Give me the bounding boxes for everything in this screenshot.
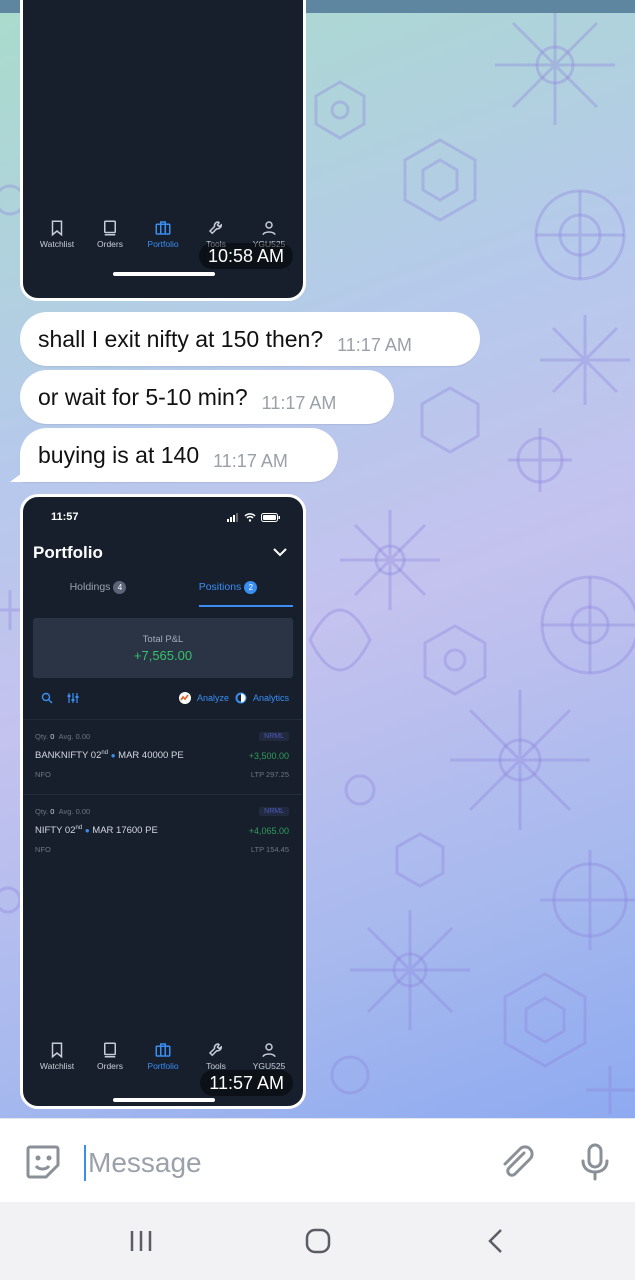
count-badge: 2 — [244, 581, 258, 594]
tab-holdings: Holdings 4 — [33, 581, 163, 607]
analyze-icon — [178, 692, 191, 704]
ltp: LTP 154.45 — [250, 845, 289, 854]
tab-label: Orders — [97, 1061, 123, 1071]
filter-icon — [67, 693, 79, 703]
tab-label: Holdings — [69, 581, 111, 593]
position-pnl: +4,065.00 — [248, 826, 289, 836]
tab-label: Orders — [97, 239, 123, 249]
back-icon[interactable] — [482, 1226, 512, 1256]
book-icon — [104, 1042, 116, 1058]
wifi-icon — [244, 512, 256, 522]
tab-label: Portfolio — [147, 1061, 179, 1071]
expiry-icon: ● — [84, 826, 90, 836]
status-icons — [227, 511, 281, 523]
briefcase-icon — [155, 1043, 171, 1057]
book-icon — [104, 220, 116, 236]
phone-status-bar: 11:57 — [51, 511, 281, 523]
analytics-link: Analytics — [252, 693, 289, 703]
bookmark-icon — [51, 220, 63, 237]
position-symbol: BANKNIFTY 02nd ● MAR 40000 PE — [35, 750, 184, 762]
tab-label: Positions — [198, 581, 242, 593]
tab-orders: Orders — [84, 219, 136, 249]
chat-background: Watchlist Orders Portfolio Tools YGU525 … — [0, 0, 635, 1118]
message-time: 11:17 AM — [337, 334, 412, 355]
tab-positions: Positions 2 — [163, 581, 293, 607]
message-text: buying is at 140 — [38, 441, 200, 468]
user-icon — [262, 221, 276, 236]
home-icon[interactable] — [303, 1226, 333, 1256]
system-nav-bar — [0, 1202, 635, 1280]
tool-row: Analyze Analytics — [41, 690, 289, 706]
position-meta: Qty. 0 Avg. 0.00 — [35, 807, 91, 816]
sticker-icon[interactable] — [22, 1141, 64, 1183]
tab-tools: Tools — [190, 1041, 242, 1071]
expiry-icon: ● — [110, 751, 116, 761]
message-composer: Message — [0, 1118, 635, 1202]
message-bubble[interactable]: buying is at 140 11:17 AM — [20, 428, 338, 482]
image-message-2[interactable]: 11:57 Portfolio Holdings 4 Positions 2 Tot… — [20, 494, 306, 1109]
image-timestamp: 11:57 AM — [200, 1070, 293, 1096]
count-badge: 4 — [113, 581, 127, 594]
position-meta: Qty. 0 Avg. 0.00 — [35, 732, 91, 741]
exchange: NFO — [35, 770, 51, 779]
tab-label: Watchlist — [39, 239, 75, 249]
chevron-down-icon — [273, 548, 287, 557]
position-row: Qty. 0 Avg. 0.00 NRML BANKNIFTY 02nd ● M… — [23, 719, 303, 793]
home-indicator — [113, 1098, 215, 1102]
image-timestamp: 10:58 AM — [198, 243, 293, 269]
tab-portfolio: Portfolio — [137, 219, 189, 249]
wrench-icon — [208, 1043, 222, 1057]
analyze-link: Analyze — [196, 693, 229, 703]
message-bubble[interactable]: or wait for 5-10 min? 11:17 AM — [20, 370, 394, 424]
tab-watchlist: Watchlist — [31, 219, 83, 249]
total-pnl-card: Total P&L +7,565.00 — [33, 618, 293, 678]
tab-orders: Orders — [84, 1041, 136, 1071]
home-indicator — [113, 272, 215, 276]
tab-watchlist: Watchlist — [31, 1041, 83, 1071]
ltp: LTP 297.25 — [250, 770, 289, 779]
position-symbol: NIFTY 02nd ● MAR 17600 PE — [35, 825, 158, 837]
briefcase-icon — [155, 221, 171, 235]
search-icon — [41, 692, 53, 704]
recent-apps-icon[interactable] — [126, 1226, 156, 1256]
position-row: Qty. 0 Avg. 0.00 NRML NIFTY 02nd ● MAR 1… — [23, 794, 303, 868]
phone-clock: 11:57 — [51, 511, 79, 523]
pnl-value: +7,565.00 — [133, 648, 193, 663]
tab-label: Watchlist — [39, 1061, 75, 1071]
message-text: or wait for 5-10 min? — [38, 383, 248, 410]
tab-portfolio: Portfolio — [137, 1041, 189, 1071]
app-tab-bar: Watchlist Orders Portfolio Tools YGU525 — [23, 1041, 303, 1071]
bubble-tail — [10, 470, 26, 482]
product-badge: NRML — [259, 807, 289, 816]
image-message-1[interactable]: Watchlist Orders Portfolio Tools YGU525 … — [20, 0, 306, 301]
page-title: Portfolio — [33, 543, 103, 562]
battery-icon — [261, 512, 280, 522]
user-icon — [262, 1043, 276, 1058]
message-bubble[interactable]: shall I exit nifty at 150 then? 11:17 AM — [20, 312, 480, 366]
position-pnl: +3,500.00 — [248, 751, 289, 761]
portfolio-tabs: Holdings 4 Positions 2 — [33, 581, 293, 607]
tab-label: Portfolio — [147, 239, 179, 249]
pnl-label: Total P&L — [142, 634, 184, 645]
message-time: 11:17 AM — [213, 450, 288, 471]
message-time: 11:17 AM — [261, 392, 337, 413]
paperclip-icon[interactable] — [494, 1141, 536, 1183]
bookmark-icon — [51, 1042, 63, 1059]
microphone-icon[interactable] — [574, 1141, 616, 1183]
message-input[interactable]: Message — [84, 1145, 202, 1181]
message-text: shall I exit nifty at 150 then? — [38, 325, 324, 352]
exchange: NFO — [35, 845, 51, 854]
wrench-icon — [208, 221, 222, 235]
analytics-icon — [235, 692, 247, 704]
tab-profile: YGU525 — [243, 1041, 295, 1071]
signal-icon — [227, 512, 238, 522]
product-badge: NRML — [259, 732, 289, 741]
